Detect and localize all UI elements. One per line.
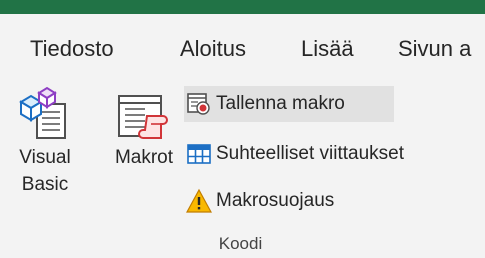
macros-icon (118, 95, 168, 139)
macro-security-button[interactable]: Makrosuojaus (184, 183, 334, 219)
tab-file[interactable]: Tiedosto (30, 36, 114, 62)
code-group-label: Koodi (218, 234, 263, 253)
warning-icon (184, 186, 214, 216)
record-macro-label: Tallenna makro (216, 93, 345, 114)
visual-basic-label-line2: Basic (21, 174, 69, 195)
macros-button[interactable]: Makrot (114, 86, 174, 171)
window-title-bar (0, 0, 485, 14)
relative-references-label: Suhteelliset viittaukset (216, 143, 404, 164)
macros-label: Makrot (114, 147, 174, 168)
visual-basic-label-line1: Visual (19, 147, 71, 168)
tab-home[interactable]: Aloitus (180, 36, 246, 62)
ribbon-tab-bar: Tiedosto Aloitus Lisää Sivun a (0, 14, 485, 80)
group-label: Koodi (0, 234, 485, 254)
relative-references-icon (184, 139, 214, 169)
relative-references-button[interactable]: Suhteelliset viittaukset (184, 136, 404, 172)
macro-security-label: Makrosuojaus (216, 190, 335, 211)
visual-basic-icon (19, 86, 66, 139)
code-group: Visual Basic Makrot Tallenna makro Suhte… (0, 80, 485, 258)
tab-insert[interactable]: Lisää (301, 36, 354, 62)
record-macro-button[interactable]: Tallenna makro (184, 86, 394, 122)
tab-page-layout[interactable]: Sivun a (398, 36, 471, 62)
record-macro-icon (184, 89, 214, 119)
visual-basic-button[interactable]: Visual Basic (16, 86, 74, 198)
